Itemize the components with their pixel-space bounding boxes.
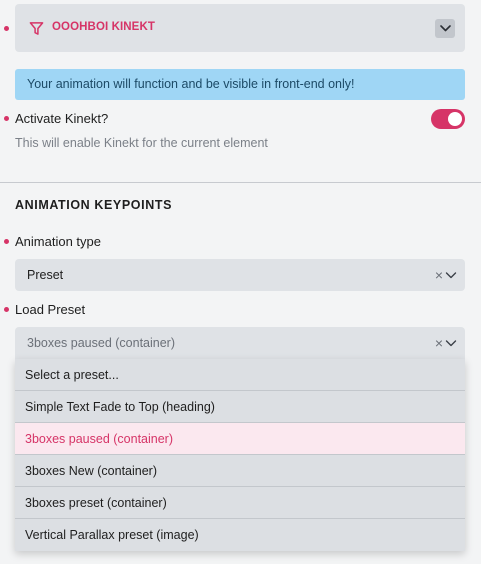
required-dot (4, 239, 9, 244)
collapse-toggle-button[interactable] (435, 19, 455, 38)
preset-dropdown-menu: Select a preset... Simple Text Fade to T… (15, 359, 465, 551)
chevron-down-icon[interactable] (445, 270, 457, 280)
clear-icon[interactable]: × (435, 327, 443, 359)
animation-type-label: Animation type (15, 234, 101, 249)
animation-type-value: Preset (27, 268, 64, 282)
preset-option[interactable]: Select a preset... (15, 359, 465, 391)
animation-type-select[interactable]: Preset × (15, 259, 465, 291)
activate-kinekt-label: Activate Kinekt? (15, 111, 109, 126)
required-dot (4, 307, 9, 312)
load-preset-label: Load Preset (15, 302, 86, 317)
section-divider (0, 182, 481, 183)
preset-option[interactable]: Vertical Parallax preset (image) (15, 519, 465, 551)
preset-option[interactable]: 3boxes preset (container) (15, 487, 465, 519)
section-header-title: OOOHBOI KINEKT (52, 21, 155, 33)
animation-keypoints-heading: ANIMATION KEYPOINTS (15, 198, 173, 212)
preset-option[interactable]: 3boxes New (container) (15, 455, 465, 487)
activate-kinekt-help: This will enable Kinekt for the current … (15, 136, 268, 150)
kinekt-settings-panel: OOOHBOI KINEKT Your animation will funct… (0, 0, 481, 564)
required-dot (4, 26, 9, 31)
activate-kinekt-toggle[interactable] (431, 109, 465, 129)
preset-option[interactable]: Simple Text Fade to Top (heading) (15, 391, 465, 423)
preset-option-selected[interactable]: 3boxes paused (container) (15, 423, 465, 455)
chevron-down-icon (439, 25, 451, 32)
required-dot (4, 116, 9, 121)
clear-icon[interactable]: × (435, 259, 443, 291)
load-preset-value: 3boxes paused (container) (27, 336, 176, 350)
kinekt-section-header[interactable]: OOOHBOI KINEKT (15, 4, 465, 52)
toggle-knob (448, 112, 462, 126)
filter-icon (29, 22, 44, 35)
load-preset-select[interactable]: 3boxes paused (container) × (15, 327, 465, 359)
frontend-only-notice: Your animation will function and be visi… (15, 69, 465, 100)
chevron-down-icon[interactable] (445, 338, 457, 348)
